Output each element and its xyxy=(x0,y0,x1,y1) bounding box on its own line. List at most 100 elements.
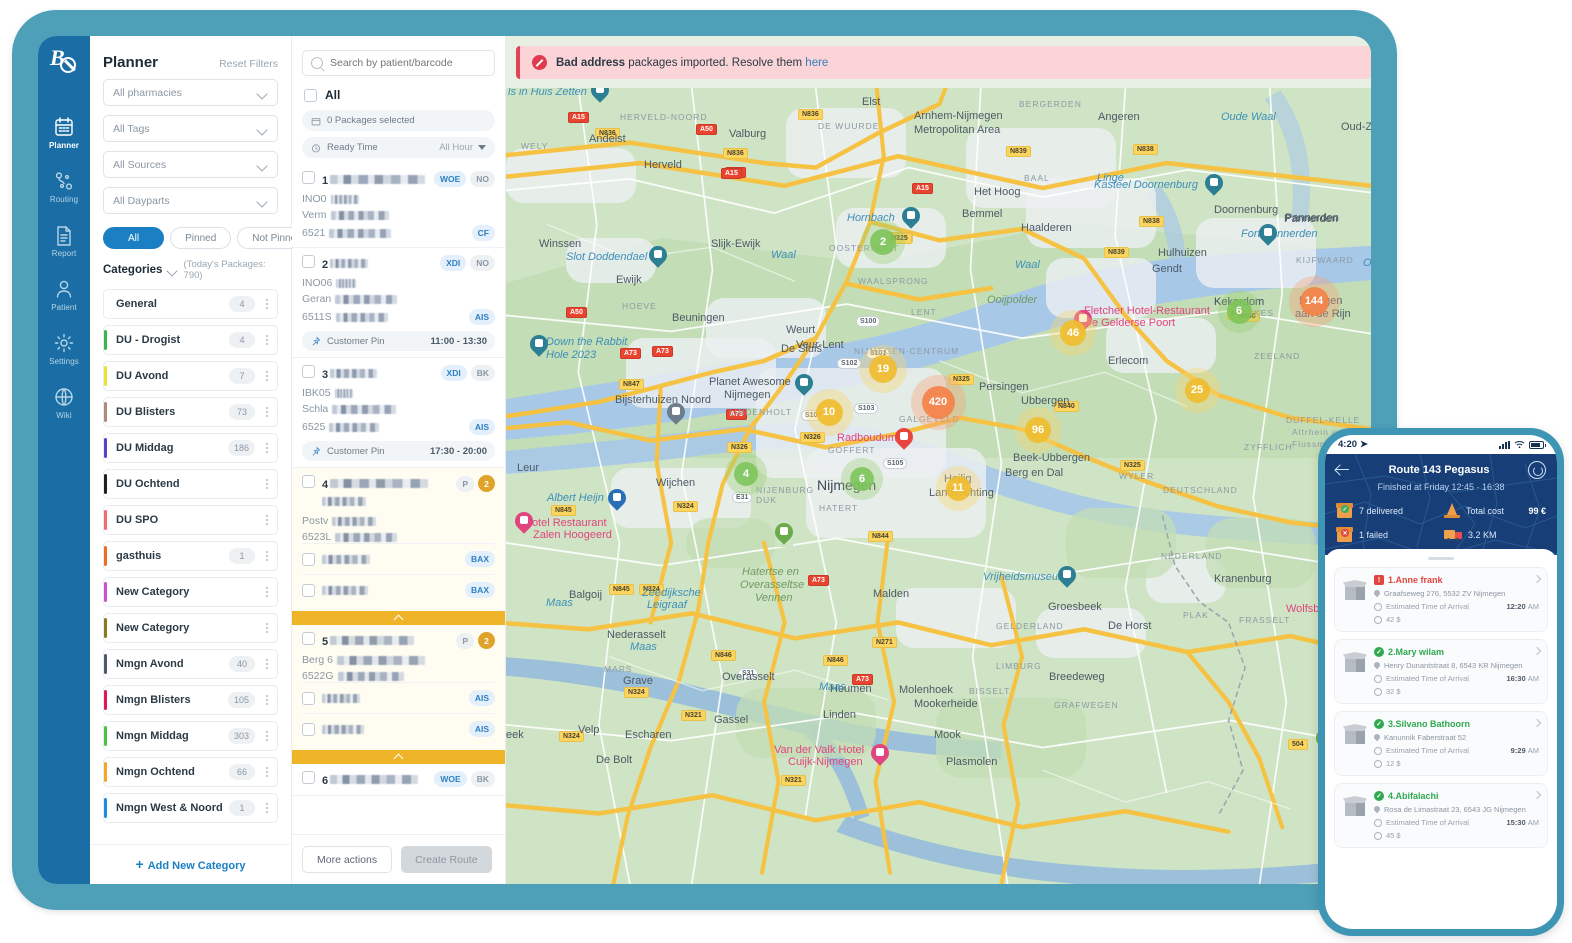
package-sub-checkbox[interactable] xyxy=(302,722,315,736)
back-arrow-icon[interactable] xyxy=(1336,464,1350,476)
package-checkbox[interactable] xyxy=(302,771,315,784)
select-all-row[interactable]: All xyxy=(292,86,505,110)
package-checkbox[interactable] xyxy=(302,365,315,378)
search-box[interactable] xyxy=(302,50,495,76)
map-cluster-marker[interactable]: 46 xyxy=(1060,320,1086,346)
categories-label[interactable]: Categories xyxy=(103,264,162,276)
map-poi-pin[interactable] xyxy=(511,508,537,536)
category-row[interactable]: General 4 xyxy=(103,289,278,319)
category-row[interactable]: Nmgn Blisters 105 xyxy=(103,685,278,715)
category-menu-icon[interactable] xyxy=(261,692,273,708)
category-menu-icon[interactable] xyxy=(261,656,273,672)
category-menu-icon[interactable] xyxy=(261,512,273,528)
category-menu-icon[interactable] xyxy=(261,404,273,420)
category-menu-icon[interactable] xyxy=(261,764,273,780)
package-checkbox[interactable] xyxy=(302,171,315,184)
map-poi-pin[interactable] xyxy=(791,370,817,398)
pin-tab-all[interactable]: All xyxy=(103,227,165,249)
filter-select-2[interactable]: All Sources xyxy=(103,151,278,178)
map-poi-pin[interactable] xyxy=(526,331,552,359)
map-cluster-marker[interactable]: 96 xyxy=(1025,417,1051,443)
category-menu-icon[interactable] xyxy=(261,296,273,312)
chevron-down-icon[interactable] xyxy=(168,267,177,273)
package-item[interactable]: 1 WOE NO INO0 Verm 6521 CF xyxy=(292,164,505,248)
stop-card[interactable]: ✓ 2.Mary wilam Henry Dunantstraat 8, 6543 … xyxy=(1334,639,1548,704)
category-menu-icon[interactable] xyxy=(261,800,273,816)
package-sub-item[interactable]: BAX xyxy=(302,574,495,605)
map-poi-pin[interactable] xyxy=(587,88,613,105)
category-row[interactable]: Nmgn Ochtend 66 xyxy=(103,757,278,787)
map-cluster-marker[interactable]: 144 xyxy=(1299,286,1329,316)
sidebar-item-report[interactable]: Report xyxy=(38,210,90,264)
filter-select-0[interactable]: All pharmacies xyxy=(103,79,278,106)
category-row[interactable]: New Category xyxy=(103,613,278,643)
package-sub-item[interactable]: AIS xyxy=(302,682,495,713)
select-all-checkbox[interactable] xyxy=(304,88,317,102)
stop-card[interactable]: ! 1.Anne frank Graafseweg 276, 5532 ZV Nij… xyxy=(1334,567,1548,632)
category-row[interactable]: gasthuis 1 xyxy=(103,541,278,571)
category-row[interactable]: Nmgn Avond 40 xyxy=(103,649,278,679)
category-menu-icon[interactable] xyxy=(261,728,273,744)
stop-card[interactable]: ✓ 4.Abifalachi Rosa de Limastraat 23, 6543… xyxy=(1334,783,1548,848)
add-new-category-button[interactable]: + Add New Category xyxy=(90,844,291,884)
category-row[interactable]: New Category xyxy=(103,577,278,607)
reset-filters-button[interactable]: Reset Filters xyxy=(219,58,278,70)
category-menu-icon[interactable] xyxy=(261,476,273,492)
package-sub-checkbox[interactable] xyxy=(302,552,315,566)
map-poi-pin[interactable] xyxy=(645,242,671,270)
category-menu-icon[interactable] xyxy=(261,548,273,564)
sidebar-item-routing[interactable]: Routing xyxy=(38,156,90,210)
map-cluster-marker[interactable]: 6 xyxy=(1226,298,1252,324)
category-menu-icon[interactable] xyxy=(261,440,273,456)
collapse-bar[interactable] xyxy=(292,611,505,625)
package-sub-checkbox[interactable] xyxy=(302,691,315,705)
package-checkbox[interactable] xyxy=(302,632,315,645)
filter-select-3[interactable]: All Dayparts xyxy=(103,187,278,214)
ready-time-chip[interactable]: Ready Time All Hour xyxy=(302,137,495,158)
map-cluster-marker[interactable]: 25 xyxy=(1184,377,1210,403)
map-cluster-marker[interactable]: 11 xyxy=(945,475,971,501)
category-menu-icon[interactable] xyxy=(261,368,273,384)
sidebar-item-wiki[interactable]: Wiki xyxy=(38,372,90,426)
package-item[interactable]: 2 XDI NO INO06 Geran 6511S AIS Customer Pin 11:0… xyxy=(292,248,505,358)
map-poi-pin[interactable] xyxy=(867,740,893,768)
drag-handle[interactable] xyxy=(1428,557,1454,560)
search-input[interactable] xyxy=(330,57,486,69)
map-poi-pin[interactable] xyxy=(663,399,689,427)
map-poi-pin[interactable] xyxy=(771,519,797,547)
package-item[interactable]: 3 XDI BK IBK05 Schla 6525 AIS Customer Pin 17:30… xyxy=(292,358,505,468)
sidebar-item-settings[interactable]: Settings xyxy=(38,318,90,372)
category-row[interactable]: Nmgn West & Noord 1 xyxy=(103,793,278,823)
package-checkbox[interactable] xyxy=(302,475,315,488)
category-menu-icon[interactable] xyxy=(261,584,273,600)
map-poi-pin[interactable] xyxy=(604,485,630,513)
map-poi-pin[interactable] xyxy=(1201,170,1227,198)
category-row[interactable]: DU Blisters 73 xyxy=(103,397,278,427)
category-row[interactable]: DU Ochtend xyxy=(103,469,278,499)
category-menu-icon[interactable] xyxy=(261,620,273,636)
map-cluster-marker[interactable]: 420 xyxy=(921,385,955,419)
map-cluster-marker[interactable]: 4 xyxy=(734,462,758,486)
package-sub-item[interactable]: AIS xyxy=(302,713,495,744)
package-item[interactable]: 6 WOE BK xyxy=(292,764,505,796)
sidebar-item-patient[interactable]: Patient xyxy=(38,264,90,318)
map-poi-pin[interactable] xyxy=(898,203,924,231)
sidebar-item-planner[interactable]: Planner xyxy=(38,102,90,156)
filter-select-1[interactable]: All Tags xyxy=(103,115,278,142)
package-sub-item[interactable]: BAX xyxy=(302,543,495,574)
map-canvas[interactable]: A15N836A50N836N836A15N839N838A15N838N839… xyxy=(506,88,1371,884)
map-cluster-marker[interactable]: 10 xyxy=(815,398,843,426)
map-cluster-marker[interactable]: 6 xyxy=(850,467,874,491)
map-poi-pin[interactable] xyxy=(891,424,917,452)
package-item[interactable]: 5 P 2 Berg 6 6522G AIS AIS xyxy=(292,625,505,750)
category-row[interactable]: DU SPO xyxy=(103,505,278,535)
create-route-button[interactable]: Create Route xyxy=(401,846,492,873)
package-sub-checkbox[interactable] xyxy=(302,583,315,597)
stop-card[interactable]: ✓ 3.Silvano Bathoorn Kanunnik Faberstraat … xyxy=(1334,711,1548,776)
map-poi-pin[interactable] xyxy=(1054,562,1080,590)
category-row[interactable]: Nmgn Middag 303 xyxy=(103,721,278,751)
more-actions-button[interactable]: More actions xyxy=(302,846,393,873)
pin-tab-pinned[interactable]: Pinned xyxy=(170,227,232,249)
collapse-bar[interactable] xyxy=(292,750,505,764)
package-item[interactable]: 4 P 2 Postv 6523L BAX BAX xyxy=(292,468,505,611)
